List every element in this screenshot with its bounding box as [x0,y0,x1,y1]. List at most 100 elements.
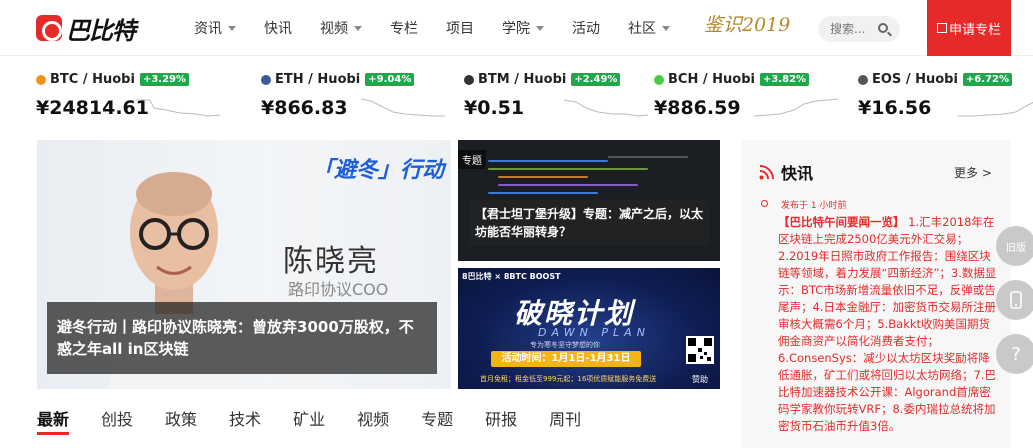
apply-label: 申请专栏 [948,22,1001,38]
feature-card-dawn-plan[interactable]: 8巴比特 × 8BTC BOOST 破晓计划 DAWN PLAN 专为寒冬坚守梦… [458,268,720,389]
card-caption[interactable]: 【君士坦丁堡升级】专题：减产之后，以太坊能否华丽转身？ [469,200,709,246]
coin-pair: BCH / Huobi [668,72,755,87]
search-box[interactable] [818,16,900,42]
coin-price: ¥886.59 [654,97,741,119]
timeline-dot-icon [761,200,768,207]
nav-item-column[interactable]: 专栏 [390,18,418,38]
sparkline-chart [754,98,838,117]
coin-price: ¥866.83 [261,97,348,119]
news-body: 1.汇丰2018年在区块链上完成2500亿美元外汇交易；2.2019年日照市政府… [778,215,997,433]
tab-mining[interactable]: 矿业 [293,406,325,440]
nav-label: 项目 [446,21,474,37]
nav-item-community[interactable]: 社区 [628,18,670,38]
qr-code-icon [686,336,714,364]
topic-tag: 专题 [458,150,486,169]
caret-down-icon [354,25,362,31]
nav-label: 学院 [502,21,530,37]
tab-venture[interactable]: 创投 [101,406,133,440]
nav-label: 社区 [628,21,656,37]
caret-down-icon [536,25,544,31]
ticker-item-eos[interactable]: EOS / Huobi +6.72% ¥16.56 [858,72,1033,124]
logo-text: 巴比特 [66,16,136,45]
coin-price: ¥16.56 [858,97,932,119]
nav-label: 专栏 [390,21,418,37]
tab-latest[interactable]: 最新 [37,406,70,440]
change-badge: +3.29% [139,73,190,86]
hero-banner[interactable]: 「避冬」行动 陈晓亮 路印协议COO 避冬行动丨路印协议陈晓亮：曾放弃3000万… [37,140,451,389]
help-icon: ? [1011,343,1021,365]
sparkline-chart [136,99,220,117]
sponsor-label: 赞助 [692,375,708,384]
feature-card-topic[interactable]: 专题 【君士坦丁堡升级】专题：减产之后，以太坊能否华丽转身？ [458,140,720,261]
nav-item-events[interactable]: 活动 [572,18,600,38]
brand-script-logo[interactable]: 鉴识2019 [704,10,790,37]
coin-pair: EOS / Huobi [872,72,958,87]
change-badge: +6.72% [962,73,1012,86]
edit-icon [936,23,947,33]
float-label: 旧版 [1006,242,1026,254]
ticker-item-btc[interactable]: BTC / Huobi +3.29% ¥24814.61 [36,72,226,124]
price-ticker: BTC / Huobi +3.29% ¥24814.61 ETH / Huobi +… [36,72,1033,124]
sparkline-chart [361,98,445,117]
eth-icon [261,74,271,85]
coin-price: ¥0.51 [464,97,525,119]
campaign-date: 活动时间：1月1日-1月31日 [491,351,641,367]
partner-logos: 8巴比特 × 8BTC BOOST [462,272,561,281]
btm-icon [464,74,474,85]
logo[interactable]: 巴比特 [36,14,136,45]
caret-down-icon [228,25,236,31]
coin-pair: ETH / Huobi [275,72,361,87]
mobile-button[interactable] [996,280,1033,320]
flash-news-panel: 快讯 更多 > 发布于 1 小时前 【巴比特午间要闻一览】 1.汇丰2018年在… [741,140,1011,448]
tab-research[interactable]: 研报 [485,406,517,440]
apply-column-button[interactable]: 申请专栏 [927,0,1011,56]
site-header: 巴比特 资讯 快讯 视频 专栏 项目 学院 活动 社区 鉴识2019 申请专栏 [0,0,1033,56]
news-item[interactable]: 【巴比特午间要闻一览】 1.汇丰2018年在区块链上完成2500亿美元外汇交易；… [778,214,998,435]
change-badge: +9.04% [365,73,415,86]
help-button[interactable]: ? [996,334,1033,374]
old-version-button[interactable]: 旧版 [996,226,1033,266]
tab-video[interactable]: 视频 [357,406,389,440]
news-time: 发布于 1 小时前 [781,201,847,211]
nav-label: 资讯 [194,21,222,37]
bch-icon [654,74,664,85]
nav-label: 视频 [320,21,348,37]
nav-item-academy[interactable]: 学院 [502,18,544,38]
tab-topics[interactable]: 专题 [421,406,453,440]
change-badge: +2.49% [571,73,621,86]
campaign-tagline: 专为寒冬坚守梦想的你 [530,341,600,349]
nav-item-project[interactable]: 项目 [446,18,474,38]
tab-policy[interactable]: 政策 [165,406,197,440]
nav-label: 快讯 [264,21,292,37]
caret-down-icon [662,25,670,31]
main-nav: 资讯 快讯 视频 专栏 项目 学院 活动 社区 [194,0,698,56]
tab-weekly[interactable]: 周刊 [549,406,581,440]
news-title: 快讯 [781,164,814,183]
ticker-item-eth[interactable]: ETH / Huobi +9.04% ¥866.83 [261,72,451,124]
nav-item-news[interactable]: 资讯 [194,18,236,38]
tab-tech[interactable]: 技术 [229,406,261,440]
change-badge: +3.82% [759,73,810,86]
sparkline-chart [564,99,648,117]
nav-item-video[interactable]: 视频 [320,18,362,38]
search-icon[interactable] [878,23,888,33]
hero-caption[interactable]: 避冬行动丨路印协议陈晓亮：曾放弃3000万股权，不惑之年all in区块链 [47,302,437,374]
sparkline-chart [958,101,1033,117]
eos-icon [858,74,868,85]
hero-name: 陈晓亮 [283,244,379,279]
hero-title: 路印协议COO [288,280,389,299]
ticker-item-bch[interactable]: BCH / Huobi +3.82% ¥886.59 [654,72,844,124]
coin-pair: BTC / Huobi [50,72,135,87]
search-input[interactable] [830,22,878,36]
rss-icon [759,165,774,180]
nav-item-flash[interactable]: 快讯 [264,18,292,38]
news-more-link[interactable]: 更多 > [954,164,992,181]
campaign-footer: 首月免租；租金低至999元起；16项优质赋能服务免费送 [480,375,657,383]
ticker-item-btm[interactable]: BTM / Huobi +2.49% ¥0.51 [464,72,654,124]
btc-icon [36,74,46,85]
logo-icon [36,15,62,41]
coin-pair: BTM / Huobi [478,72,567,87]
phone-icon [1010,291,1022,309]
news-headline: 【巴比特午间要闻一览】 [778,215,905,229]
campaign-subtitle: DAWN PLAN [538,326,650,339]
